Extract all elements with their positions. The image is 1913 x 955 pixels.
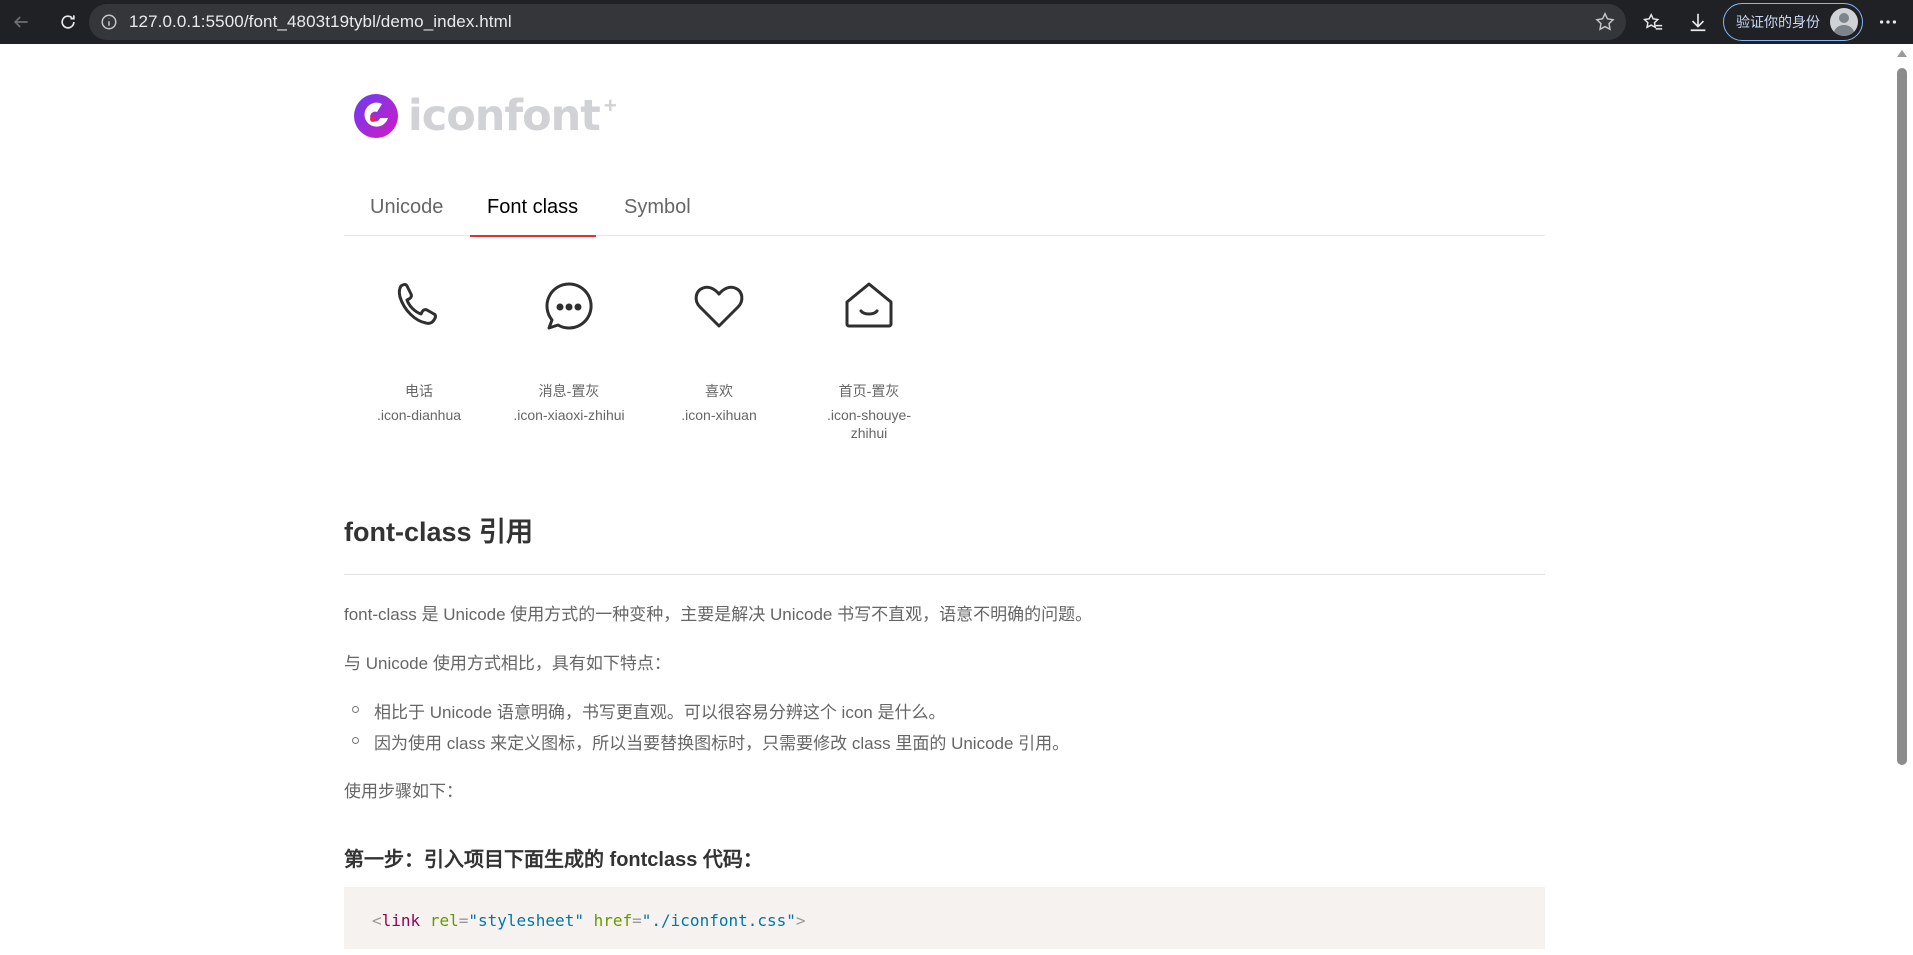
- logo-text: iconfont: [408, 91, 601, 141]
- profile-button[interactable]: 验证你的身份: [1723, 3, 1863, 41]
- menu-button[interactable]: [1873, 7, 1903, 37]
- tab-symbol-label: Symbol: [624, 196, 691, 218]
- logo-plus: +: [603, 93, 617, 118]
- code-token: link: [381, 911, 421, 930]
- section-title: font-class 引用: [344, 517, 534, 547]
- code-token: "./iconfont.css": [641, 911, 796, 930]
- compare-text: 与 Unicode 使用方式相比，具有如下特点：: [344, 654, 671, 673]
- reload-button[interactable]: [51, 5, 85, 39]
- code-token: "stylesheet": [468, 911, 584, 930]
- icon-item-message: 消息-置灰 .icon-xiaoxi-zhihui: [494, 276, 644, 424]
- tab-symbol[interactable]: Symbol: [624, 190, 714, 236]
- scrollbar-thumb[interactable]: [1897, 68, 1907, 765]
- back-button[interactable]: [4, 5, 38, 39]
- code-block: <link rel="stylesheet" href="./iconfont.…: [344, 887, 1545, 949]
- list-item: 相比于 Unicode 语意明确，书写更直观。可以很容易分辨这个 icon 是什…: [351, 698, 1069, 729]
- intro-text: font-class 是 Unicode 使用方式的一种变种，主要是解决 Uni…: [344, 605, 1093, 624]
- icon-item-home: 首页-置灰 .icon-shouye-zhihui: [794, 276, 944, 442]
- reload-icon: [61, 15, 75, 29]
- icon-item-phone: 电话 .icon-dianhua: [344, 276, 494, 424]
- url-text[interactable]: 127.0.0.1:5500/font_4803t19tybl/demo_ind…: [129, 12, 512, 32]
- step-1-title: 第一步：引入项目下面生成的 fontclass 代码：: [344, 849, 763, 871]
- avatar: [1830, 8, 1858, 36]
- page-scrollbar[interactable]: [1891, 44, 1913, 955]
- icon-class: .icon-xihuan: [681, 407, 757, 423]
- code-token: =: [458, 911, 469, 930]
- scroll-up-arrow-icon[interactable]: [1897, 50, 1907, 57]
- favorites-icon: [1642, 12, 1663, 30]
- icon-class: .icon-shouye-zhihui: [826, 407, 912, 441]
- phone-icon: [397, 283, 437, 325]
- icon-item-heart: 喜欢 .icon-xihuan: [644, 276, 794, 424]
- profile-label: 验证你的身份: [1736, 14, 1820, 30]
- icon-class: .icon-dianhua: [376, 407, 462, 423]
- heart-icon: [694, 285, 744, 328]
- feature-list: 相比于 Unicode 语意明确，书写更直观。可以很容易分辨这个 icon 是什…: [351, 698, 1069, 760]
- site-info-icon[interactable]: [99, 12, 119, 32]
- address-bar[interactable]: 127.0.0.1:5500/font_4803t19tybl/demo_ind…: [89, 4, 1626, 40]
- tab-font-class-label: Font class: [487, 196, 579, 218]
- icon-name: 喜欢: [705, 383, 733, 399]
- more-horizontal-icon: [1879, 20, 1897, 24]
- code-token: >: [795, 911, 806, 930]
- favorites-button[interactable]: [1638, 7, 1668, 37]
- iconfont-logo: iconfont +: [354, 91, 617, 141]
- browser-toolbar: 127.0.0.1:5500/font_4803t19tybl/demo_ind…: [0, 0, 1913, 44]
- steps-intro: 使用步骤如下：: [344, 782, 463, 801]
- star-icon[interactable]: [1594, 11, 1616, 33]
- iconfont-logo-icon: [354, 94, 398, 138]
- icon-name: 消息-置灰: [538, 383, 600, 399]
- home-icon: [845, 282, 893, 328]
- code-token: rel: [429, 911, 459, 930]
- code-token: =: [632, 911, 642, 930]
- icon-class: .icon-xiaoxi-zhihui: [513, 407, 625, 423]
- list-item: 因为使用 class 来定义图标，所以当要替换图标时，只需要修改 class 里…: [351, 729, 1069, 760]
- message-icon: [545, 282, 593, 330]
- download-icon: [1690, 13, 1706, 32]
- tab-unicode-label: Unicode: [370, 196, 444, 218]
- arrow-left-icon: [13, 16, 28, 28]
- page-content: iconfont + Unicode Font class Symbol 电话 …: [0, 44, 1891, 955]
- downloads-button[interactable]: [1683, 7, 1713, 37]
- code-token: <: [372, 911, 382, 930]
- tab-font-class[interactable]: Font class: [470, 190, 596, 237]
- icon-name: 首页-置灰: [838, 383, 900, 399]
- code-token: href: [593, 911, 633, 930]
- divider: [344, 574, 1545, 575]
- icon-name: 电话: [405, 383, 433, 399]
- tab-unicode[interactable]: Unicode: [370, 190, 472, 236]
- tab-bar: Unicode Font class Symbol: [344, 190, 1545, 237]
